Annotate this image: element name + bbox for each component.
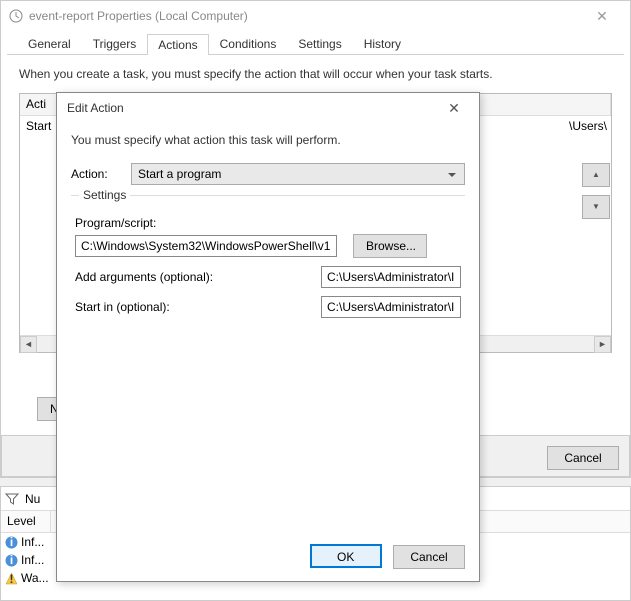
scroll-right-button[interactable]: ►	[594, 336, 611, 353]
action-row: Action: Start a program	[71, 163, 465, 185]
column-header-level[interactable]: Level	[1, 511, 51, 532]
dialog-title: Edit Action	[67, 101, 439, 115]
tab-general[interactable]: General	[17, 33, 82, 54]
ok-button[interactable]: OK	[310, 544, 382, 568]
parent-close-button[interactable]: ✕	[582, 2, 622, 30]
event-level-text: Inf...	[21, 553, 44, 567]
dialog-body: You must specify what action this task w…	[57, 123, 479, 336]
parent-window-title: event-report Properties (Local Computer)	[29, 9, 582, 23]
browse-button[interactable]: Browse...	[353, 234, 427, 258]
action-dropdown[interactable]: Start a program	[131, 163, 465, 185]
program-script-label: Program/script:	[75, 216, 461, 230]
tab-settings[interactable]: Settings	[287, 33, 352, 54]
settings-fieldset: Settings Program/script: Browse... Add a…	[71, 195, 465, 318]
actions-instruction: When you create a task, you must specify…	[19, 67, 612, 81]
start-in-input[interactable]	[321, 296, 461, 318]
svg-text:i: i	[10, 554, 13, 567]
event-level-text: Wa...	[21, 571, 49, 585]
start-in-label: Start in (optional):	[75, 300, 170, 314]
dialog-instruction: You must specify what action this task w…	[71, 133, 465, 147]
filter-column-label: Nu	[25, 492, 40, 506]
clock-icon	[9, 9, 23, 23]
event-level-text: Inf...	[21, 535, 44, 549]
add-arguments-input[interactable]	[321, 266, 461, 288]
info-icon: i	[5, 554, 18, 567]
edit-action-dialog: Edit Action ✕ You must specify what acti…	[56, 92, 480, 582]
tab-actions[interactable]: Actions	[147, 34, 208, 55]
move-up-button[interactable]: ▲	[582, 163, 610, 187]
move-down-button[interactable]: ▼	[582, 195, 610, 219]
info-icon: i	[5, 536, 18, 549]
filter-icon[interactable]	[5, 492, 19, 506]
warning-icon: !	[5, 572, 18, 585]
tab-history[interactable]: History	[353, 33, 412, 54]
action-dropdown-value: Start a program	[138, 167, 221, 181]
settings-legend: Settings	[79, 188, 130, 202]
column-header-action[interactable]: Acti	[20, 94, 60, 115]
action-label: Action:	[71, 167, 121, 181]
dialog-close-button[interactable]: ✕	[439, 100, 469, 117]
dialog-footer: OK Cancel	[302, 544, 465, 569]
svg-text:i: i	[10, 536, 13, 549]
svg-text:!: !	[10, 572, 14, 585]
program-script-input[interactable]	[75, 235, 337, 257]
tabs-row: General Triggers Actions Conditions Sett…	[7, 33, 624, 55]
parent-cancel-button[interactable]: Cancel	[547, 446, 619, 470]
dialog-cancel-button[interactable]: Cancel	[393, 545, 465, 569]
cell-action: Start	[20, 116, 60, 138]
tab-triggers[interactable]: Triggers	[82, 33, 148, 54]
tab-conditions[interactable]: Conditions	[209, 33, 288, 54]
dialog-titlebar: Edit Action ✕	[57, 93, 479, 123]
parent-titlebar: event-report Properties (Local Computer)…	[1, 1, 630, 31]
scroll-left-button[interactable]: ◄	[20, 336, 37, 353]
reorder-buttons: ▲ ▼	[582, 163, 610, 219]
add-arguments-label: Add arguments (optional):	[75, 270, 213, 284]
